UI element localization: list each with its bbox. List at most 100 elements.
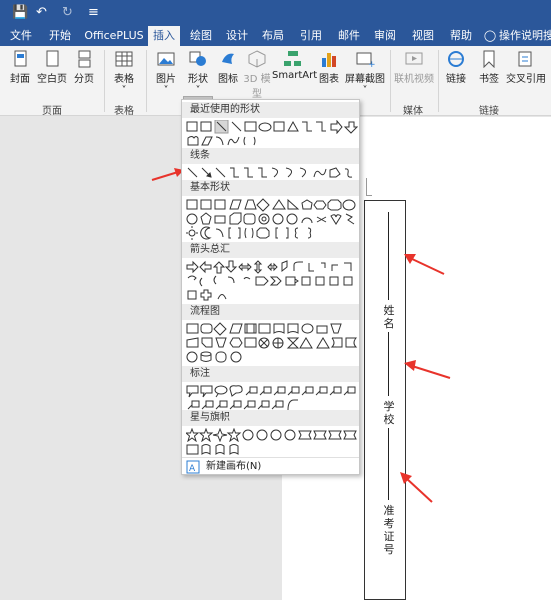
canvas-icon: A xyxy=(186,460,200,474)
red-arrow-pointer xyxy=(404,360,451,379)
online-video-button[interactable]: 联机视频 xyxy=(394,50,434,85)
ribbon-separator xyxy=(438,50,439,112)
flowchart-row[interactable] xyxy=(186,336,358,350)
blank-page-icon xyxy=(46,50,59,67)
tab-review[interactable]: 审阅 xyxy=(370,26,400,46)
tab-mailings[interactable]: 邮件 xyxy=(334,26,364,46)
smartart-button[interactable]: SmartArt xyxy=(272,50,317,81)
svg-text:+: + xyxy=(368,60,375,68)
shapes-dropdown: 最近使用的形状 线条 基本形状 箭头总汇 流程图 标注 星与旗帜 A 新建画布(… xyxy=(181,99,360,475)
ribbon-separator xyxy=(104,50,105,112)
bookmark-icon xyxy=(483,50,495,68)
textbox-label-name: 姓名 xyxy=(383,304,395,330)
tab-draw[interactable]: 绘图 xyxy=(186,26,216,46)
pictures-label: 图片 xyxy=(156,74,176,85)
3d-models-label: 3D 模型 xyxy=(243,74,271,100)
section-stars-banners: 星与旗帜 xyxy=(182,410,359,426)
picture-icon xyxy=(157,52,175,66)
ribbon-tabs: 文件 开始 OfficePLUS 插入 绘图 设计 布局 引用 邮件 审阅 视图… xyxy=(0,26,551,46)
red-arrow-pointer xyxy=(404,254,445,275)
basic-shapes-row[interactable] xyxy=(186,212,358,226)
smartart-label: SmartArt xyxy=(272,70,318,81)
block-arrows-row[interactable] xyxy=(186,274,358,288)
media-group-label: 媒体 xyxy=(403,106,423,117)
cross-reference-button[interactable]: 交叉引用 xyxy=(504,50,548,85)
smartart-icon xyxy=(284,51,301,66)
tab-references[interactable]: 引用 xyxy=(296,26,326,46)
recent-shapes-row[interactable] xyxy=(186,120,358,134)
redo-icon[interactable]: ↻ xyxy=(62,5,73,21)
new-canvas-label: 新建画布(N) xyxy=(206,461,262,472)
page-break-icon xyxy=(78,50,91,68)
screenshot-button[interactable]: + 屏幕截图 ˅ xyxy=(344,50,386,96)
tab-home[interactable]: 开始 xyxy=(44,26,76,46)
chart-icon xyxy=(322,53,336,67)
cover-page-icon xyxy=(14,50,27,67)
tab-design[interactable]: 设计 xyxy=(222,26,252,46)
block-arrows-row[interactable] xyxy=(186,260,358,274)
section-basic-shapes: 基本形状 xyxy=(182,180,359,196)
customize-icon[interactable]: ≡ xyxy=(88,5,99,21)
chart-button[interactable]: 图表 xyxy=(316,50,342,85)
table-group-label: 表格 xyxy=(114,106,134,117)
section-lines: 线条 xyxy=(182,148,359,164)
flowchart-row[interactable] xyxy=(186,322,358,336)
tab-file[interactable]: 文件 xyxy=(6,26,36,46)
section-callouts: 标注 xyxy=(182,366,359,382)
shapes-icon xyxy=(189,51,206,66)
textbox-line xyxy=(388,212,389,300)
red-arrow-pointer xyxy=(400,472,433,503)
textbox-label-school: 学校 xyxy=(383,400,395,426)
section-recent-shapes: 最近使用的形状 xyxy=(182,102,359,118)
link-label: 链接 xyxy=(446,74,466,85)
icons-button[interactable]: 图标 xyxy=(216,50,240,85)
screenshot-icon: + xyxy=(356,52,375,68)
screenshot-label: 屏幕截图 xyxy=(345,74,385,85)
cover-page-label: 封面 xyxy=(10,74,30,85)
cursor-marker xyxy=(366,178,372,196)
table-label: 表格 xyxy=(114,74,134,85)
cover-page-button[interactable]: 封面 xyxy=(6,50,34,85)
stars-banners-row[interactable] xyxy=(186,442,358,456)
pages-group-label: 页面 xyxy=(42,106,62,117)
textbox-line xyxy=(388,428,389,500)
cross-reference-label: 交叉引用 xyxy=(506,74,546,85)
undo-icon[interactable]: ↶ xyxy=(36,5,47,21)
new-canvas-menu-item[interactable]: A 新建画布(N) xyxy=(182,457,359,475)
shapes-button-content[interactable]: 形状 ˅ xyxy=(184,50,212,96)
links-group-label: 链接 xyxy=(479,106,499,117)
bookmark-button[interactable]: 书签 xyxy=(476,50,502,85)
stars-banners-row[interactable] xyxy=(186,428,358,442)
lines-row[interactable] xyxy=(186,166,358,180)
table-button[interactable]: 表格 ˅ xyxy=(110,50,138,96)
tab-insert[interactable]: 插入 xyxy=(148,26,180,46)
blank-page-label: 空白页 xyxy=(37,74,67,85)
tab-layout[interactable]: 布局 xyxy=(258,26,288,46)
blank-page-button[interactable]: 空白页 xyxy=(36,50,68,85)
block-arrows-row[interactable] xyxy=(186,288,358,302)
chart-label: 图表 xyxy=(319,74,339,85)
basic-shapes-row[interactable] xyxy=(186,198,358,212)
callouts-row[interactable] xyxy=(186,384,358,398)
basic-shapes-row[interactable] xyxy=(186,226,358,240)
tab-help[interactable]: 帮助 xyxy=(446,26,476,46)
ribbon-separator xyxy=(146,50,147,112)
flowchart-row[interactable] xyxy=(186,350,358,364)
link-icon xyxy=(448,51,464,67)
pictures-button[interactable]: 图片 ˅ xyxy=(152,50,180,96)
tell-me-search[interactable]: 操作说明搜 xyxy=(499,26,551,46)
recent-shapes-row[interactable] xyxy=(186,134,358,148)
save-icon[interactable]: 💾 xyxy=(12,5,28,21)
tab-view[interactable]: 视图 xyxy=(408,26,438,46)
section-flowchart: 流程图 xyxy=(182,304,359,320)
ribbon-separator xyxy=(390,50,391,112)
svg-text:A: A xyxy=(189,464,196,474)
video-icon xyxy=(405,52,423,65)
link-button[interactable]: 链接 xyxy=(444,50,468,85)
3d-models-button[interactable]: 3D 模型 xyxy=(242,50,272,100)
online-video-label: 联机视频 xyxy=(394,74,434,85)
tab-officeplus[interactable]: OfficePLUS xyxy=(84,26,144,46)
bookmark-label: 书签 xyxy=(479,74,499,85)
page-break-button[interactable]: 分页 xyxy=(70,50,98,85)
icons-icon xyxy=(222,53,234,64)
